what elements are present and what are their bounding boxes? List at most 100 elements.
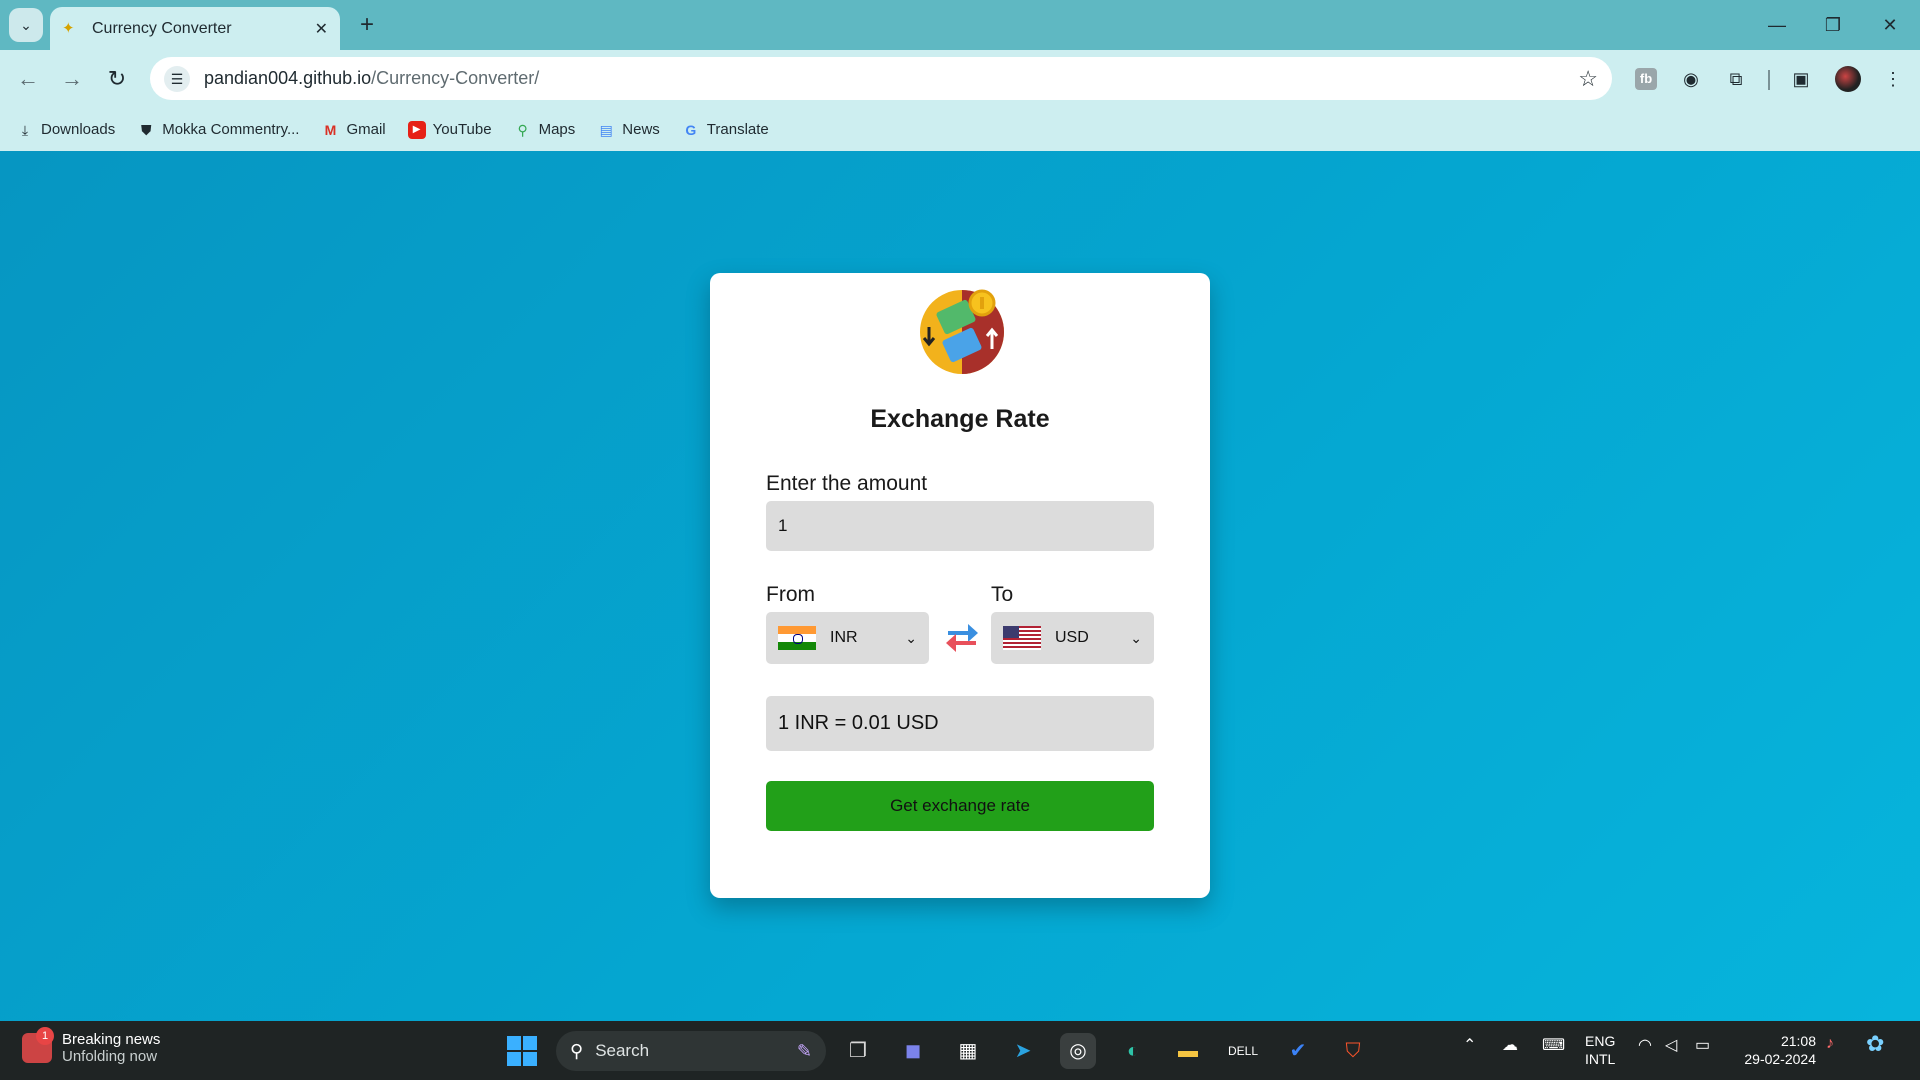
- url-text[interactable]: pandian004.github.io/Currency-Converter/: [204, 68, 1578, 89]
- from-currency-select[interactable]: INR ⌄: [766, 612, 929, 664]
- task-view-icon[interactable]: ❐: [840, 1033, 876, 1069]
- news-icon: ▤: [599, 121, 613, 138]
- tab-close-icon[interactable]: ✕: [315, 19, 328, 39]
- cloud-offline-icon[interactable]: ☁: [1502, 1035, 1518, 1055]
- bookmark-youtube[interactable]: ▶ YouTube: [407, 120, 492, 139]
- clock[interactable]: 21:08 29-02-2024: [1736, 1032, 1816, 1068]
- from-label: From: [766, 583, 815, 606]
- bookmark-news[interactable]: ▤ News: [597, 121, 660, 139]
- converter-card: Exchange Rate Enter the amount From To I…: [710, 273, 1210, 898]
- clock-time: 21:08: [1780, 1033, 1816, 1049]
- amount-input[interactable]: [766, 501, 1154, 551]
- page-title: Exchange Rate: [870, 405, 1050, 433]
- extensions-puzzle-icon[interactable]: ⧉: [1721, 64, 1751, 94]
- restore-icon[interactable]: ❐: [1813, 10, 1853, 40]
- chevron-up-icon[interactable]: ⌃: [1463, 1035, 1476, 1055]
- bookmarks-bar: ⤓ Downloads ⛊ Mokka Commentry... M Gmail ▶ Y…: [0, 108, 1920, 151]
- site-info-icon[interactable]: ☰: [164, 65, 190, 92]
- menu-kebab-icon[interactable]: ⋮: [1878, 64, 1908, 94]
- brave-icon[interactable]: ⛉: [1335, 1033, 1371, 1069]
- dell-icon[interactable]: DELL: [1225, 1033, 1261, 1069]
- tab-currency-converter[interactable]: ✦ Currency Converter ✕: [50, 7, 340, 50]
- chevron-down-icon: ⌄: [1130, 629, 1142, 646]
- bookmark-label: Translate: [706, 121, 769, 138]
- keyboard-icon[interactable]: ⌨: [1542, 1035, 1565, 1055]
- chevron-down-icon: ⌄: [905, 629, 917, 646]
- translate-icon: G: [685, 121, 697, 138]
- todo-check-icon[interactable]: ✔: [1280, 1033, 1316, 1069]
- shield-icon: ⛊: [140, 121, 152, 138]
- extension-1-icon[interactable]: fb: [1631, 64, 1661, 94]
- currency-exchange-logo-icon: [920, 289, 1004, 374]
- news-badge: 1: [36, 1027, 54, 1045]
- notification-bell-icon[interactable]: ♪: [1826, 1035, 1834, 1053]
- exchange-rate-result: 1 INR = 0.01 USD: [766, 696, 1154, 751]
- bookmark-gmail[interactable]: M Gmail: [321, 121, 386, 139]
- taskbar: 1 Breaking news Unfolding now ⚲ Search ✎…: [0, 1021, 1920, 1080]
- language-indicator[interactable]: ENG INTL: [1585, 1032, 1615, 1068]
- forward-arrow-icon[interactable]: →: [56, 63, 88, 95]
- to-currency-value: USD: [1055, 629, 1089, 646]
- chat-icon[interactable]: ◼: [895, 1033, 931, 1069]
- reload-icon[interactable]: ↻: [101, 63, 133, 95]
- windows-start-icon[interactable]: [507, 1036, 537, 1066]
- profile-avatar[interactable]: [1835, 66, 1861, 92]
- url-host: pandian004.github.io: [204, 68, 372, 88]
- get-exchange-rate-button[interactable]: Get exchange rate: [766, 781, 1154, 831]
- tab-strip: ⌄ ✦ Currency Converter ✕ + — ❐ ✕: [0, 0, 1920, 50]
- toolbar-separator: [1768, 70, 1770, 90]
- volume-icon[interactable]: ◁: [1665, 1035, 1677, 1055]
- chrome-icon[interactable]: ◎: [1060, 1033, 1096, 1069]
- edge-icon[interactable]: ◐: [1115, 1033, 1151, 1069]
- battery-icon[interactable]: ▭: [1695, 1035, 1710, 1055]
- youtube-icon: ▶: [407, 120, 426, 139]
- bookmark-downloads[interactable]: ⤓ Downloads: [16, 121, 115, 139]
- from-currency-value: INR: [830, 629, 858, 646]
- window-close-icon[interactable]: ✕: [1870, 10, 1910, 40]
- telegram-icon[interactable]: ➤: [1005, 1033, 1041, 1069]
- address-bar[interactable]: ☰ pandian004.github.io/Currency-Converte…: [150, 57, 1612, 100]
- download-icon: ⤓: [21, 121, 29, 138]
- bookmark-mokka[interactable]: ⛊ Mokka Commentry...: [137, 121, 300, 139]
- favicon-icon: ✦: [62, 19, 75, 37]
- store-icon[interactable]: ▦: [950, 1033, 986, 1069]
- url-path: /Currency-Converter/: [371, 68, 540, 88]
- bookmark-label: YouTube: [432, 121, 492, 138]
- to-label: To: [991, 583, 1014, 606]
- news-widget[interactable]: 1 Breaking news Unfolding now: [22, 1027, 161, 1065]
- bookmark-label: Gmail: [346, 121, 386, 138]
- side-panel-icon[interactable]: ▣: [1786, 64, 1816, 94]
- clock-date: 29-02-2024: [1744, 1051, 1816, 1067]
- back-arrow-icon[interactable]: ←: [12, 63, 44, 95]
- amount-label: Enter the amount: [766, 472, 928, 495]
- taskbar-search[interactable]: ⚲ Search ✎: [556, 1031, 826, 1071]
- bookmark-maps[interactable]: ⚲ Maps: [514, 121, 575, 139]
- tab-search-chevron-icon[interactable]: ⌄: [9, 8, 43, 42]
- search-icon: ⚲: [570, 1040, 584, 1061]
- to-currency-select[interactable]: USD ⌄: [991, 612, 1154, 664]
- minimize-icon[interactable]: —: [1757, 10, 1797, 40]
- swap-arrows-icon[interactable]: [942, 617, 982, 657]
- bookmark-label: Mokka Commentry...: [162, 121, 300, 138]
- us-flag-icon: [1003, 626, 1041, 650]
- bookmark-label: Downloads: [41, 121, 116, 138]
- news-title: Breaking news: [62, 1031, 161, 1048]
- new-tab-plus-icon[interactable]: +: [352, 10, 382, 40]
- wifi-icon[interactable]: ◠: [1638, 1035, 1652, 1055]
- maps-icon: ⚲: [517, 121, 528, 138]
- browser-toolbar: ← → ↻ ☰ pandian004.github.io/Currency-Co…: [0, 50, 1920, 108]
- extension-2-icon[interactable]: ◉: [1676, 64, 1706, 94]
- tab-title: Currency Converter: [92, 19, 232, 37]
- copilot-icon[interactable]: ✿: [1866, 1031, 1884, 1057]
- file-explorer-icon[interactable]: ▬: [1170, 1033, 1206, 1069]
- search-placeholder: Search: [595, 1041, 650, 1060]
- gmail-icon: M: [324, 121, 337, 138]
- language-code: ENG: [1585, 1033, 1616, 1049]
- bookmark-translate[interactable]: G Translate: [682, 121, 769, 139]
- bookmark-star-icon[interactable]: ☆: [1578, 66, 1598, 92]
- page-background: Exchange Rate Enter the amount From To I…: [0, 151, 1920, 1021]
- search-highlight-icon: ✎: [796, 1040, 812, 1061]
- news-widget-icon: 1: [22, 1027, 54, 1063]
- bookmark-label: News: [622, 121, 660, 138]
- news-subtitle: Unfolding now: [62, 1048, 158, 1065]
